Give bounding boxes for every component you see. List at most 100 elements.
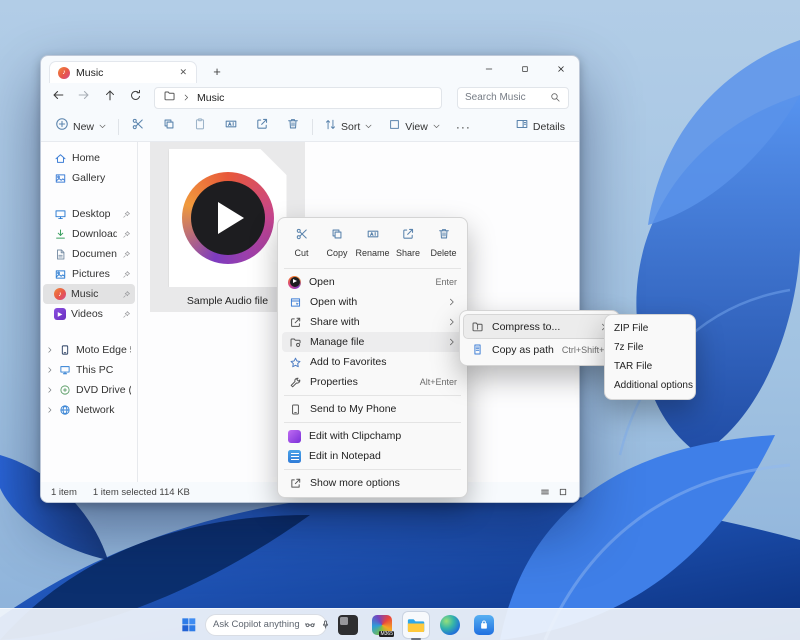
search-input[interactable]: Search Music bbox=[457, 87, 569, 109]
desktop: ♪ Music ✕ + Music Search Music bbox=[0, 0, 800, 640]
gallery-icon bbox=[54, 172, 67, 185]
music-folder-icon: ♪ bbox=[54, 288, 66, 300]
sidebar-item-documents[interactable]: Documents bbox=[43, 244, 135, 264]
taskbar-app-file-explorer[interactable] bbox=[403, 612, 429, 638]
submenu-item-7z-file[interactable]: 7z File bbox=[609, 338, 691, 357]
share-button[interactable] bbox=[250, 117, 274, 136]
sidebar-item-dvd-drive[interactable]: DVD Drive (D:) CCC bbox=[43, 380, 135, 400]
sort-button[interactable]: Sort bbox=[320, 116, 377, 138]
breadcrumb: Music bbox=[197, 92, 224, 104]
copy-quick-button[interactable]: Copy bbox=[320, 224, 355, 261]
copy-button[interactable] bbox=[157, 117, 181, 136]
copy-icon bbox=[162, 117, 176, 136]
music-folder-icon: ♪ bbox=[58, 67, 70, 79]
menu-item-label: Send to My Phone bbox=[310, 403, 457, 415]
taskbar-app-microsoft-store[interactable] bbox=[471, 612, 497, 638]
view-button[interactable]: View bbox=[384, 116, 445, 138]
minimize-button[interactable] bbox=[471, 56, 507, 83]
media-ring bbox=[182, 172, 274, 264]
delete-quick-button[interactable]: Delete bbox=[426, 224, 461, 261]
menu-item-edit-in-notepad[interactable]: Edit in Notepad bbox=[282, 446, 463, 466]
taskbar-app-task-view[interactable] bbox=[335, 612, 361, 638]
sidebar-item-music[interactable]: ♪ Music bbox=[43, 284, 135, 304]
taskbar-search-input[interactable]: Ask Copilot anything bbox=[205, 614, 327, 636]
sidebar-item-phone-device[interactable]: Moto Edge 50 Neo bbox=[43, 340, 135, 360]
chevron-right-icon[interactable] bbox=[46, 406, 54, 414]
sidebar-item-home[interactable]: Home bbox=[43, 148, 135, 168]
cut-quick-button[interactable]: Cut bbox=[284, 224, 319, 261]
glasses-icon bbox=[304, 619, 316, 631]
taskbar-app-edge[interactable] bbox=[437, 612, 463, 638]
forward-button[interactable] bbox=[77, 88, 91, 107]
chevron-right-icon[interactable] bbox=[46, 346, 54, 354]
list-view-toggle[interactable] bbox=[539, 486, 551, 498]
rename-quick-button[interactable]: Rename bbox=[355, 224, 390, 261]
submenu-item-compress-to[interactable]: Compress to... bbox=[464, 315, 615, 338]
tab-close-icon[interactable]: ✕ bbox=[176, 67, 190, 78]
address-bar[interactable]: Music bbox=[154, 87, 442, 109]
rename-button[interactable] bbox=[219, 117, 243, 136]
menu-item-share-with[interactable]: Share with bbox=[282, 312, 463, 332]
sidebar-item-desktop[interactable]: Desktop bbox=[43, 204, 135, 224]
menu-item-open[interactable]: Open Enter bbox=[282, 272, 463, 292]
chevron-right-icon bbox=[182, 89, 191, 107]
menu-item-show-more-options[interactable]: Show more options bbox=[282, 473, 463, 493]
submenu-item-zip-file[interactable]: ZIP File bbox=[609, 319, 691, 338]
sidebar-item-label: Home bbox=[72, 152, 131, 164]
menu-item-manage-file[interactable]: Manage file bbox=[282, 332, 463, 352]
menu-item-shortcut: Enter bbox=[435, 277, 457, 287]
back-button[interactable] bbox=[51, 88, 65, 107]
chevron-right-icon[interactable] bbox=[46, 366, 54, 374]
submenu-item-copy-as-path[interactable]: Copy as path Ctrl+Shift+C bbox=[464, 338, 615, 361]
arrow-right-icon bbox=[77, 88, 91, 107]
menu-item-edit-with-clipchamp[interactable]: Edit with Clipchamp bbox=[282, 426, 463, 446]
scissors-icon bbox=[131, 117, 145, 136]
new-tab-button[interactable]: + bbox=[207, 61, 227, 81]
chevron-right-icon[interactable] bbox=[46, 386, 54, 394]
m365-badge: M365 bbox=[379, 631, 394, 637]
sidebar-item-this-pc[interactable]: This PC bbox=[43, 360, 135, 380]
tab-music[interactable]: ♪ Music ✕ bbox=[49, 61, 197, 83]
sidebar-item-pictures[interactable]: Pictures bbox=[43, 264, 135, 284]
minimize-icon bbox=[484, 61, 494, 79]
manage-file-icon bbox=[288, 336, 302, 349]
sidebar-item-videos[interactable]: ▶ Videos bbox=[43, 304, 135, 324]
taskbar-app-m365-copilot[interactable]: M365 bbox=[369, 612, 395, 638]
menu-item-properties[interactable]: Properties Alt+Enter bbox=[282, 372, 463, 392]
maximize-icon bbox=[520, 61, 530, 79]
submenu-item-additional-options[interactable]: Additional options bbox=[609, 376, 691, 395]
close-button[interactable] bbox=[543, 56, 579, 83]
maximize-button[interactable] bbox=[507, 56, 543, 83]
icon-view-toggle[interactable] bbox=[557, 486, 569, 498]
view-icon bbox=[388, 118, 401, 136]
cut-button[interactable] bbox=[126, 117, 150, 136]
more-options-button[interactable]: ··· bbox=[452, 120, 475, 134]
context-menu: Cut Copy Rename Share Delete Open bbox=[277, 217, 468, 498]
pin-icon bbox=[122, 230, 131, 239]
details-button[interactable]: Details bbox=[511, 115, 569, 138]
open-with-icon bbox=[288, 296, 302, 309]
menu-item-label: Edit in Notepad bbox=[309, 450, 457, 462]
start-button[interactable] bbox=[180, 616, 197, 633]
mic-icon[interactable] bbox=[320, 619, 331, 630]
videos-icon: ▶ bbox=[54, 308, 66, 320]
up-button[interactable] bbox=[103, 88, 117, 107]
submenu-item-tar-file[interactable]: TAR File bbox=[609, 357, 691, 376]
new-button[interactable]: New bbox=[51, 115, 111, 138]
menu-item-label: Open with bbox=[310, 296, 439, 308]
sidebar-item-gallery[interactable]: Gallery bbox=[43, 168, 135, 188]
sidebar-item-network[interactable]: Network bbox=[43, 400, 135, 420]
paste-button[interactable] bbox=[188, 117, 212, 136]
toolbar-divider bbox=[118, 119, 119, 135]
quick-action-label: Rename bbox=[355, 248, 389, 258]
menu-item-send-to-my-phone[interactable]: Send to My Phone bbox=[282, 399, 463, 419]
delete-button[interactable] bbox=[281, 117, 305, 136]
refresh-button[interactable] bbox=[129, 89, 142, 107]
share-quick-button[interactable]: Share bbox=[391, 224, 426, 261]
chevron-down-icon bbox=[364, 122, 373, 131]
quick-action-label: Copy bbox=[326, 248, 347, 258]
sidebar-item-downloads[interactable]: Downloads bbox=[43, 224, 135, 244]
menu-item-open-with[interactable]: Open with bbox=[282, 292, 463, 312]
network-icon bbox=[59, 404, 71, 416]
menu-item-add-to-favorites[interactable]: Add to Favorites bbox=[282, 352, 463, 372]
